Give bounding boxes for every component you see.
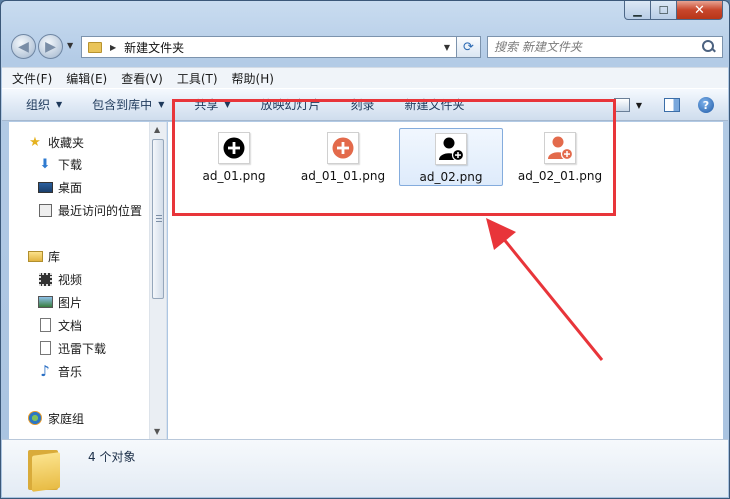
- scroll-down-arrow[interactable]: ▼: [154, 427, 160, 436]
- file-list-view: ad_01.png ad_01_01.png ad_02.png ad_02_0…: [168, 99, 723, 439]
- sidebar-item-pictures[interactable]: 图片: [37, 292, 82, 312]
- sidebar-item-videos[interactable]: 视频: [37, 269, 82, 289]
- library-icon: [27, 248, 43, 264]
- folder-icon: [88, 41, 102, 53]
- download-folder-icon: ⬇: [39, 156, 51, 172]
- annotation-highlight-box: [172, 99, 616, 216]
- recent-places-icon: [37, 202, 53, 218]
- view-controls: ▼ ?: [613, 97, 714, 113]
- sidebar-item-label: 下载: [58, 157, 83, 172]
- chevron-down-icon: ▼: [158, 100, 165, 109]
- refresh-button[interactable]: ⟳: [457, 36, 481, 58]
- sidebar-item-downloads[interactable]: ⬇ 下载: [37, 154, 82, 174]
- star-icon: ★: [29, 134, 41, 150]
- menu-edit[interactable]: 编辑(E): [66, 70, 107, 87]
- address-path[interactable]: 新建文件夹: [124, 39, 184, 56]
- include-in-library-label: 包含到库中: [92, 98, 153, 112]
- explorer-window: ▁ ☐ ✕ ◀ ▶ ▼ ▶ 新建文件夹 ▼ ⟳ 文件(F) 编辑(E) 查看(V…: [0, 0, 730, 499]
- sidebar-item-label: 收藏夹: [48, 135, 85, 150]
- minimize-button[interactable]: ▁: [624, 1, 651, 20]
- menu-help[interactable]: 帮助(H): [232, 70, 274, 87]
- recent-pages-dropdown[interactable]: ▼: [67, 41, 73, 50]
- search-icon[interactable]: [702, 40, 716, 54]
- include-in-library-button[interactable]: 包含到库中 ▼: [92, 96, 164, 113]
- caption-buttons: ▁ ☐ ✕: [624, 1, 723, 20]
- sidebar-item-label: 音乐: [58, 364, 83, 379]
- sidebar-item-homegroup[interactable]: 家庭组: [27, 408, 84, 428]
- close-button[interactable]: ✕: [677, 1, 723, 20]
- thunder-download-icon: [37, 340, 53, 356]
- navigation-pane: ★ 收藏夹 ⬇ 下载 桌面 最近访问的位置 库 视频 图片 文档 迅雷下载 ♪ …: [9, 122, 167, 439]
- sidebar-item-favorites[interactable]: ★ 收藏夹: [27, 132, 84, 152]
- maximize-button[interactable]: ☐: [651, 1, 677, 20]
- search-box[interactable]: [487, 36, 723, 58]
- preview-pane-icon[interactable]: [664, 98, 680, 112]
- search-input[interactable]: [494, 38, 703, 56]
- homegroup-icon: [27, 410, 43, 426]
- chevron-right-icon[interactable]: ▶: [110, 43, 116, 52]
- scroll-up-arrow[interactable]: ▲: [154, 125, 160, 134]
- menu-file[interactable]: 文件(F): [12, 70, 52, 87]
- desktop-icon: [37, 179, 53, 195]
- arrow-left-icon: ◀: [18, 38, 29, 55]
- sidebar-item-library[interactable]: 库: [27, 246, 60, 266]
- sidebar-item-label: 视频: [58, 272, 83, 287]
- sidebar-item-desktop[interactable]: 桌面: [37, 177, 82, 197]
- documents-icon: [37, 317, 53, 333]
- menu-tools[interactable]: 工具(T): [177, 70, 218, 87]
- annotation-arrow: [486, 218, 604, 361]
- sidebar-item-label: 桌面: [58, 180, 83, 195]
- music-icon: ♪: [40, 362, 50, 380]
- back-button[interactable]: ◀: [11, 34, 36, 59]
- navigation-scrollbar[interactable]: ▲ ▼: [149, 122, 166, 439]
- sidebar-item-thunder-downloads[interactable]: 迅雷下载: [37, 338, 106, 358]
- organize-label: 组织: [26, 98, 51, 112]
- forward-button[interactable]: ▶: [38, 34, 63, 59]
- sidebar-item-label: 图片: [58, 295, 83, 310]
- sidebar-item-label: 最近访问的位置: [58, 203, 143, 218]
- organize-button[interactable]: 组织 ▼: [26, 96, 62, 113]
- video-icon: [37, 271, 53, 287]
- item-count: 4 个对象: [88, 450, 136, 464]
- menu-view[interactable]: 查看(V): [121, 70, 163, 87]
- sidebar-item-label: 库: [48, 249, 61, 264]
- sidebar-item-label: 文档: [58, 318, 83, 333]
- pictures-icon: [37, 294, 53, 310]
- sidebar-item-recent-places[interactable]: 最近访问的位置: [37, 200, 142, 220]
- menu-bar: 文件(F) 编辑(E) 查看(V) 工具(T) 帮助(H): [2, 67, 728, 88]
- sidebar-item-label: 迅雷下载: [58, 341, 107, 356]
- chevron-down-icon: ▼: [56, 100, 63, 109]
- view-options-dropdown[interactable]: ▼: [636, 101, 642, 110]
- change-view-icon[interactable]: [613, 98, 630, 112]
- help-icon[interactable]: ?: [698, 97, 714, 113]
- folder-icon: [28, 448, 62, 492]
- sidebar-item-music[interactable]: ♪ 音乐: [37, 361, 82, 381]
- sidebar-item-label: 家庭组: [48, 411, 85, 426]
- address-row: ◀ ▶ ▼ ▶ 新建文件夹 ▼ ⟳: [9, 32, 723, 62]
- refresh-icon: ⟳: [463, 39, 474, 55]
- arrow-right-icon: ▶: [45, 38, 56, 55]
- address-bar[interactable]: ▶ 新建文件夹 ▼: [81, 36, 457, 58]
- details-pane: 4 个对象: [2, 439, 728, 497]
- chevron-down-icon[interactable]: ▼: [444, 43, 450, 52]
- scrollbar-thumb[interactable]: [152, 139, 164, 299]
- sidebar-item-documents[interactable]: 文档: [37, 315, 82, 335]
